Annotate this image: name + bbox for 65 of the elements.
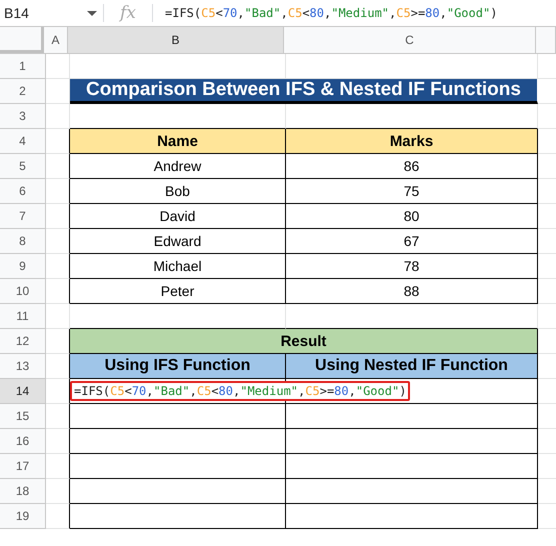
empty-cell[interactable] xyxy=(46,479,70,504)
column-heading: Marks xyxy=(286,129,538,154)
column-heading: Using IFS Function xyxy=(70,354,286,379)
table-cell: Peter xyxy=(70,279,286,304)
row-header[interactable]: 7 xyxy=(0,204,46,229)
column-heading: Using Nested IF Function xyxy=(286,354,538,379)
dropdown-caret-icon[interactable] xyxy=(87,10,97,16)
table-cell: 80 xyxy=(286,204,538,229)
row-header[interactable]: 15 xyxy=(0,404,46,429)
column-header[interactable]: B xyxy=(68,27,284,53)
row-header[interactable]: 5 xyxy=(0,154,46,179)
name-box[interactable]: B14 xyxy=(0,0,103,26)
table-cell: David xyxy=(70,204,286,229)
function-icon: fx xyxy=(104,3,152,23)
row-header[interactable]: 12 xyxy=(0,329,46,354)
row-header[interactable]: 19 xyxy=(0,504,46,529)
table-cell: Andrew xyxy=(70,154,286,179)
row-header[interactable]: 8 xyxy=(0,229,46,254)
table-cell: Edward xyxy=(70,229,286,254)
formula-text: =IFS(C5<70,"Bad",C5<80,"Medium",C5>=80,"Good") xyxy=(70,381,410,401)
row-header[interactable]: 11 xyxy=(0,304,46,329)
table-cell: Bob xyxy=(70,179,286,204)
column-heading: Name xyxy=(70,129,286,154)
row-header[interactable]: 1 xyxy=(0,54,46,79)
row-header[interactable]: 6 xyxy=(0,179,46,204)
empty-cell[interactable] xyxy=(286,429,538,454)
empty-cell[interactable] xyxy=(46,454,70,479)
empty-cell[interactable] xyxy=(70,404,286,429)
empty-cell[interactable] xyxy=(46,504,70,529)
empty-cell[interactable] xyxy=(70,429,286,454)
row-header[interactable]: 13 xyxy=(0,354,46,379)
empty-cell[interactable] xyxy=(286,504,538,529)
row-header[interactable]: 2 xyxy=(0,79,46,104)
table-cell: 86 xyxy=(286,154,538,179)
empty-cell[interactable] xyxy=(70,479,286,504)
empty-cell[interactable] xyxy=(46,179,70,204)
empty-cell[interactable] xyxy=(46,154,70,179)
row-header[interactable]: 18 xyxy=(0,479,46,504)
empty-cell[interactable] xyxy=(70,504,286,529)
row-header[interactable]: 3 xyxy=(0,104,46,129)
empty-cell[interactable] xyxy=(46,204,70,229)
empty-cell[interactable] xyxy=(286,479,538,504)
sheet-title: Comparison Between IFS & Nested IF Functions xyxy=(70,79,538,104)
table-cell: 88 xyxy=(286,279,538,304)
table-cell: Michael xyxy=(70,254,286,279)
row-header[interactable]: 16 xyxy=(0,429,46,454)
empty-cell[interactable] xyxy=(46,429,70,454)
row-header[interactable]: 10 xyxy=(0,279,46,304)
formula-input[interactable]: =IFS(C5<70,"Bad",C5<80,"Medium",C5>=80,"Good") xyxy=(153,6,498,20)
empty-cell[interactable] xyxy=(46,229,70,254)
row-header[interactable]: 17 xyxy=(0,454,46,479)
empty-cell[interactable] xyxy=(286,404,538,429)
column-header[interactable]: C xyxy=(284,27,536,53)
table-title: Result xyxy=(70,329,538,354)
table-cell: 75 xyxy=(286,179,538,204)
empty-cell[interactable] xyxy=(286,454,538,479)
table-cell: 78 xyxy=(286,254,538,279)
row-header[interactable]: 14 xyxy=(0,379,46,404)
empty-cell[interactable] xyxy=(46,279,70,304)
table-cell: 67 xyxy=(286,229,538,254)
empty-cell[interactable] xyxy=(70,454,286,479)
empty-cell[interactable] xyxy=(46,404,70,429)
row-header[interactable]: 9 xyxy=(0,254,46,279)
row-header[interactable]: 4 xyxy=(0,129,46,154)
empty-cell[interactable] xyxy=(46,254,70,279)
